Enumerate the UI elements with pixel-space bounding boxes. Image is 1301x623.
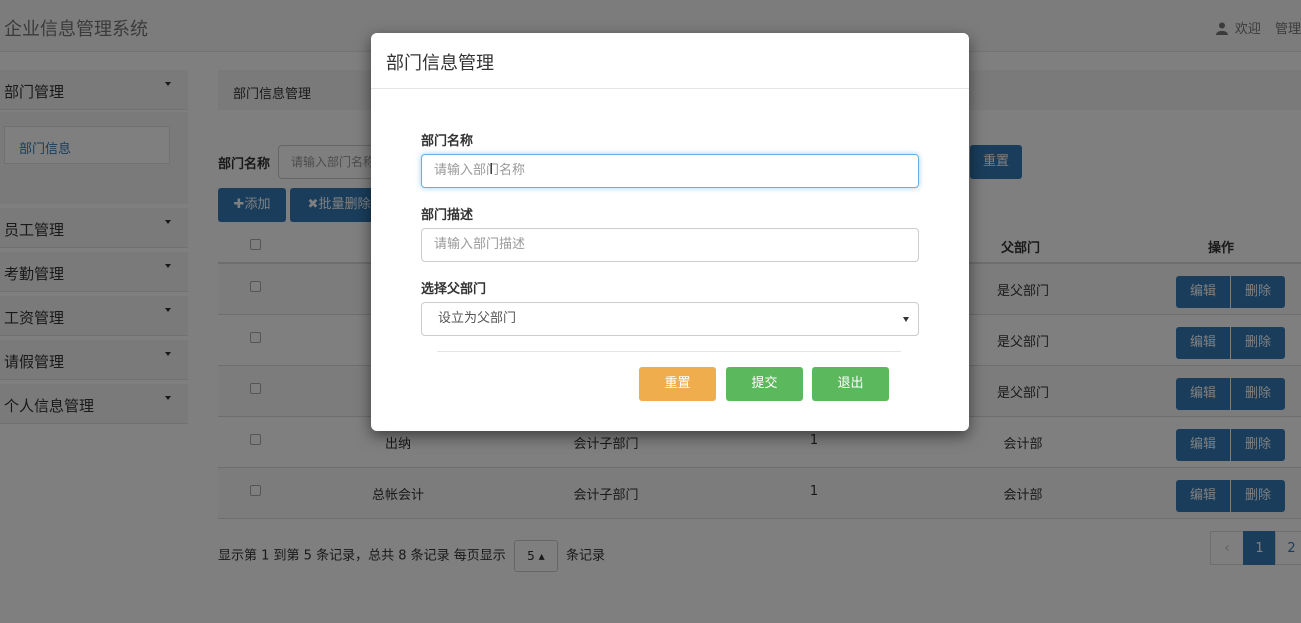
department-description-input[interactable]: 请输入部门描述 — [421, 228, 919, 262]
parent-department-select[interactable]: 设立为父部门 — [421, 302, 919, 336]
modal-header: 部门信息管理 — [371, 33, 969, 89]
text-cursor-icon: I — [489, 160, 494, 178]
department-description-label: 部门描述 — [421, 208, 474, 223]
parent-department-label: 选择父部门 — [421, 282, 487, 297]
form-divider — [437, 351, 901, 352]
submit-button[interactable]: 提交 — [726, 367, 803, 401]
reset-button[interactable]: 重置 — [639, 367, 716, 401]
caret-down-icon — [903, 317, 909, 322]
department-name-label: 部门名称 — [421, 134, 474, 149]
modal-title: 部门信息管理 — [386, 53, 494, 74]
parent-department-selected: 设立为父部门 — [438, 311, 517, 326]
department-modal: 部门信息管理 部门名称 请输入部门名称 I 部门描述 请输入部门描述 选择父部门… — [371, 33, 969, 431]
exit-button[interactable]: 退出 — [812, 367, 889, 401]
department-name-input[interactable]: 请输入部门名称 — [421, 154, 919, 188]
